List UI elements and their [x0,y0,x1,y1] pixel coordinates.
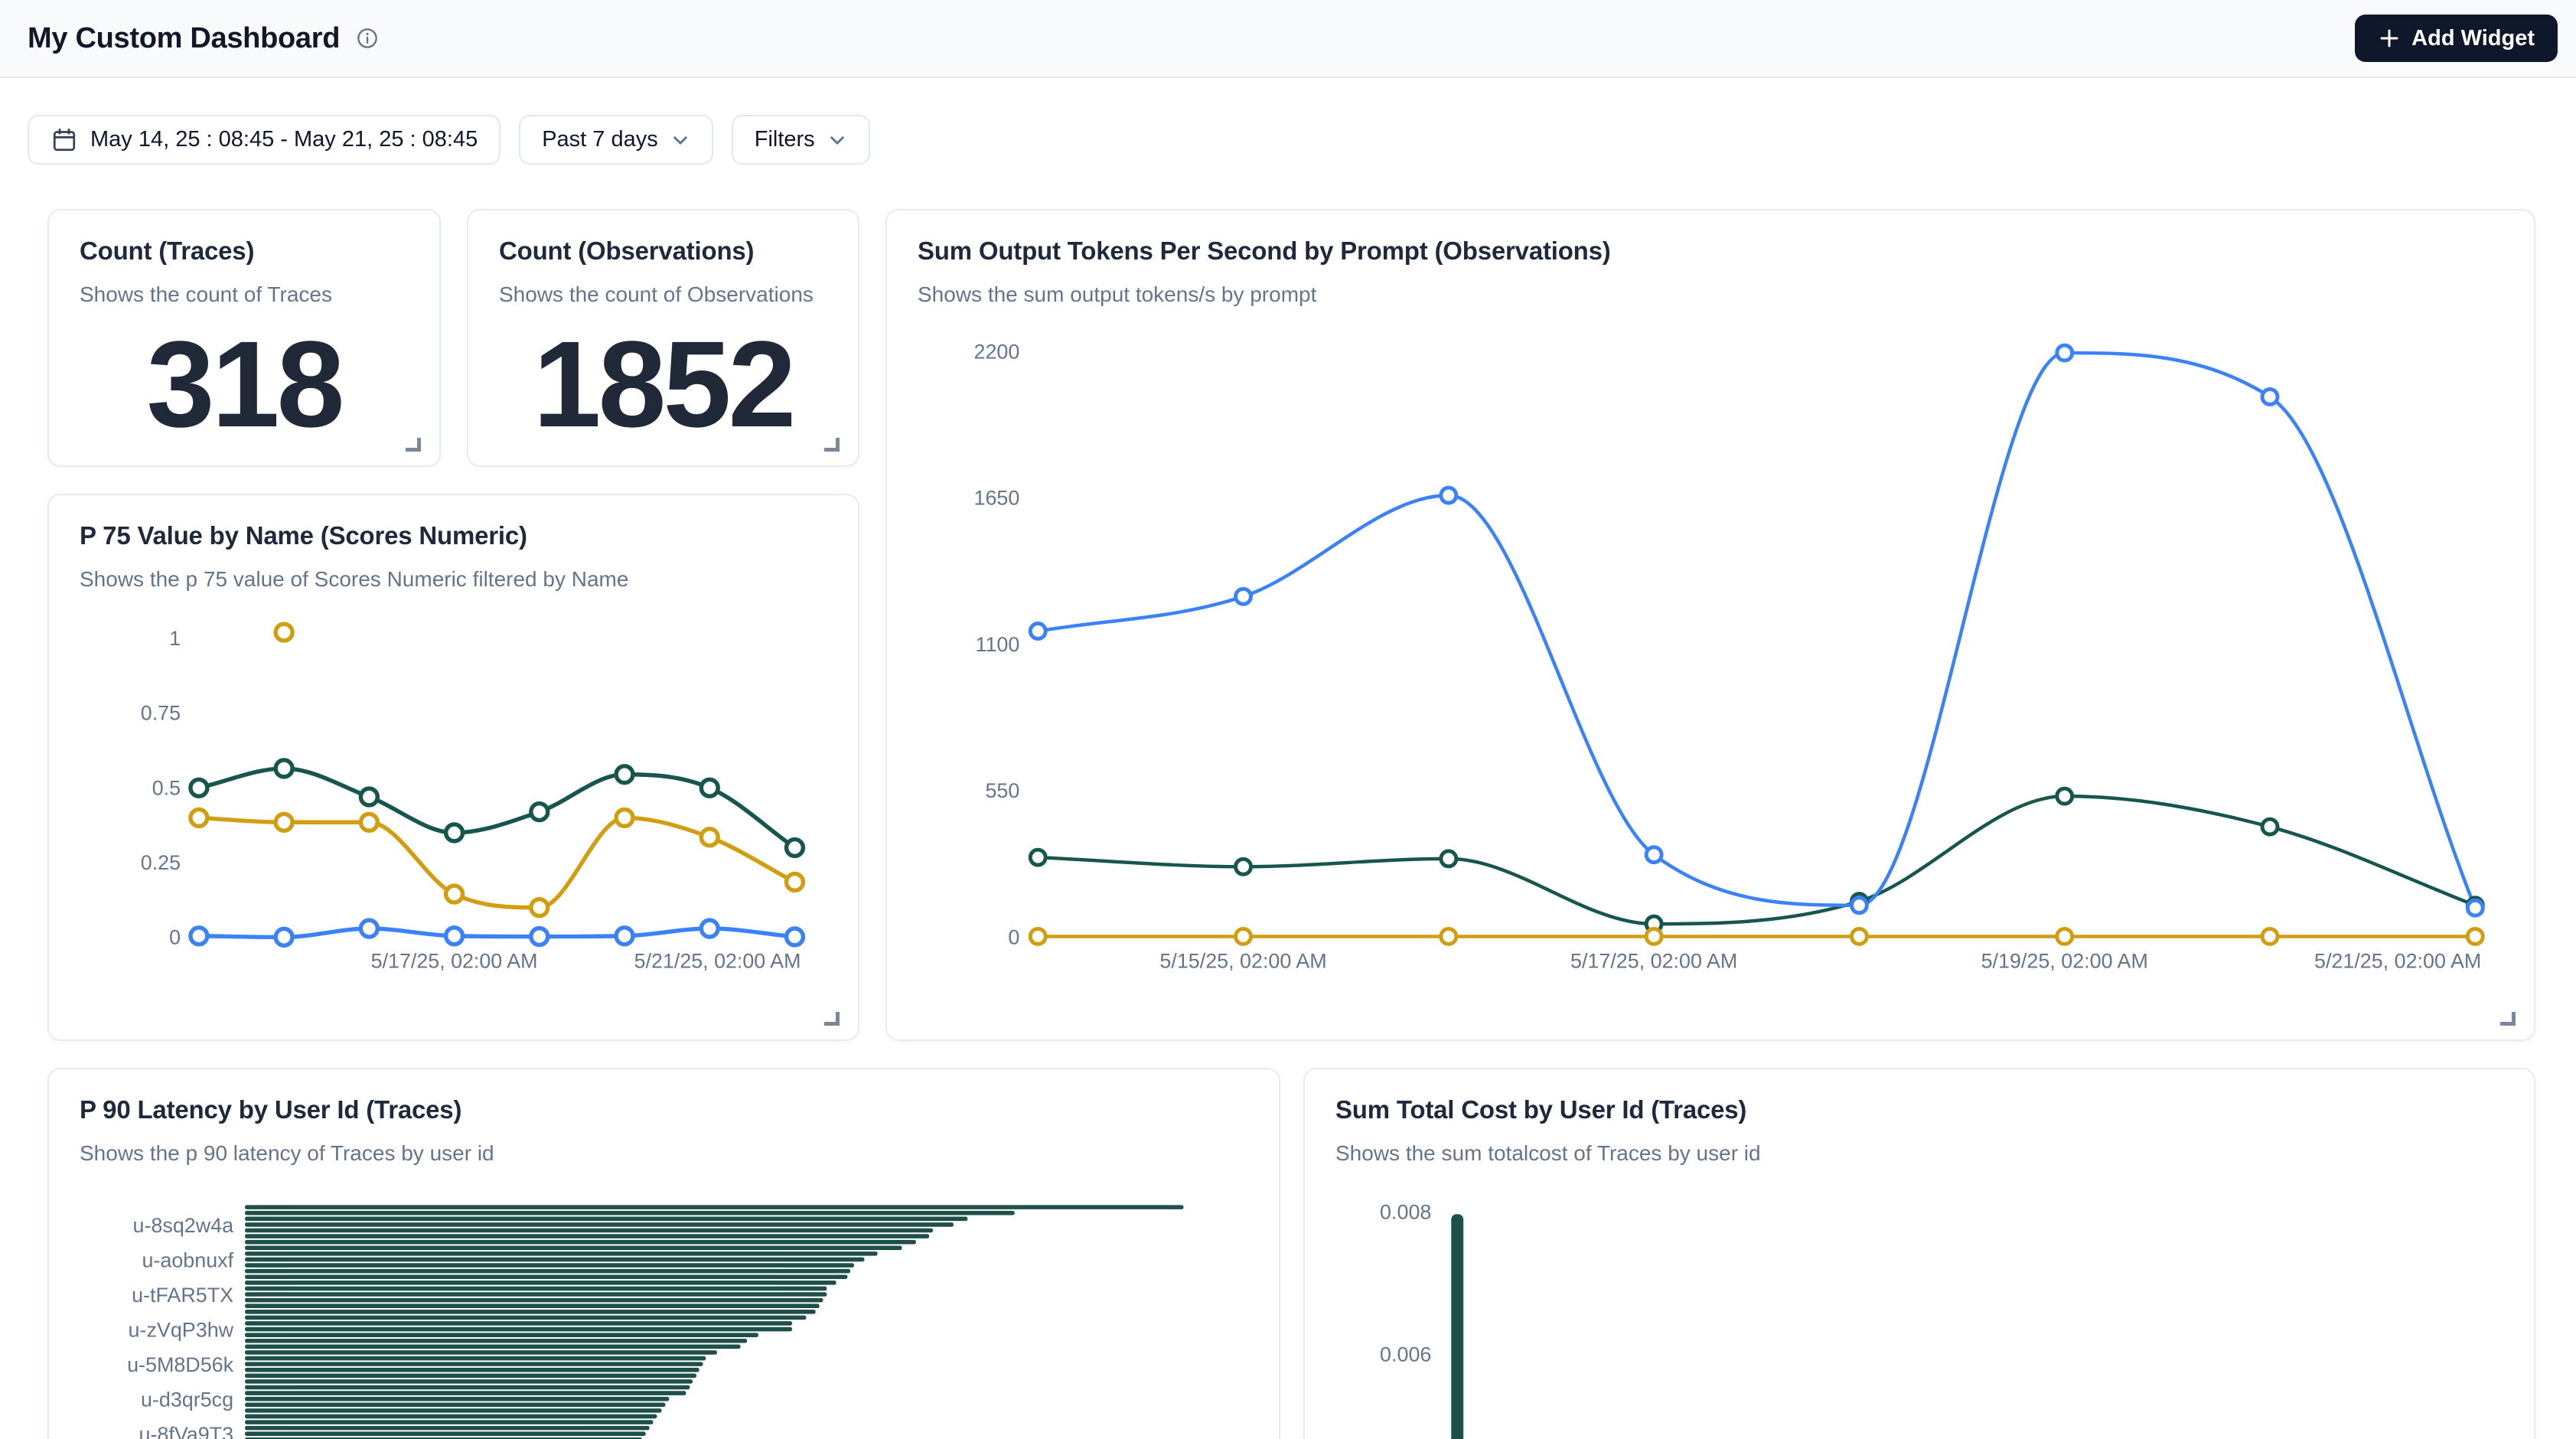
info-icon[interactable] [357,28,378,49]
svg-text:0: 0 [1008,925,1019,948]
svg-text:550: 550 [985,779,1019,802]
widget-total-cost: Sum Total Cost by User Id (Traces) Shows… [1303,1068,2535,1439]
add-widget-label: Add Widget [2411,26,2535,51]
page-title: My Custom Dashboard [28,22,340,55]
svg-text:u-5M8D56k: u-5M8D56k [127,1353,234,1376]
svg-text:1: 1 [169,627,181,650]
svg-text:2200: 2200 [974,340,1020,363]
widget-p90-latency: P 90 Latency by User Id (Traces) Shows t… [47,1068,1280,1439]
date-range-button[interactable]: May 14, 25 : 08:45 - May 21, 25 : 08:45 [28,115,501,165]
widget-tokens-per-prompt: Sum Output Tokens Per Second by Prompt (… [885,209,2535,1041]
cost-bar-chart: 0.008 0.006 [1305,1069,2534,1439]
add-widget-button[interactable]: Add Widget [2355,15,2558,62]
p90-bar-chart: u-8sq2w4a u-aobnuxf u-tFAR5TX u-zVqP3hw u-5M… [49,1069,1279,1439]
svg-text:5/15/25, 02:00 AM: 5/15/25, 02:00 AM [1159,949,1326,972]
date-preset-label: Past 7 days [542,127,658,152]
svg-text:0.5: 0.5 [152,776,181,799]
svg-text:u-zVqP3hw: u-zVqP3hw [129,1319,234,1342]
date-range-value: May 14, 25 : 08:45 - May 21, 25 : 08:45 [90,127,478,152]
svg-text:u-8fVa9T3: u-8fVa9T3 [139,1423,233,1439]
svg-text:5/19/25, 02:00 AM: 5/19/25, 02:00 AM [1981,949,2148,972]
filters-label: Filters [755,127,815,152]
svg-text:u-8sq2w4a: u-8sq2w4a [133,1214,234,1237]
topbar: My Custom Dashboard Add Widget [0,0,2576,78]
svg-text:u-tFAR5TX: u-tFAR5TX [132,1284,233,1307]
date-preset-button[interactable]: Past 7 days [519,115,713,165]
svg-text:u-d3qr5cg: u-d3qr5cg [141,1388,233,1411]
svg-text:0.008: 0.008 [1380,1200,1431,1223]
widget-count-observations: Count (Observations) Shows the count of … [467,209,859,467]
plus-icon [2378,27,2401,50]
svg-text:5/17/25, 02:00 AM: 5/17/25, 02:00 AM [1570,949,1737,972]
calendar-icon [51,126,78,154]
widget-p75-scores: P 75 Value by Name (Scores Numeric) Show… [47,494,859,1041]
dashboard-page: { "header": { "title": "My Custom Dashbo… [0,0,2576,1439]
widget-subtitle: Shows the count of Traces [80,282,409,307]
svg-text:1650: 1650 [974,487,1020,510]
svg-text:0: 0 [169,926,181,949]
widget-count-traces: Count (Traces) Shows the count of Traces… [47,209,441,467]
widget-title: Count (Traces) [80,237,409,266]
svg-text:0.006: 0.006 [1380,1343,1431,1366]
chevron-down-icon [670,130,690,150]
svg-text:5/21/25, 02:00 AM: 5/21/25, 02:00 AM [634,950,801,973]
count-observations-value: 1852 [533,323,794,445]
filters-button[interactable]: Filters [732,115,870,165]
toolbar: May 14, 25 : 08:45 - May 21, 25 : 08:45 … [28,115,870,165]
svg-text:5/17/25, 02:00 AM: 5/17/25, 02:00 AM [371,950,538,973]
p75-line-chart: 0 0.25 0.5 0.75 1 5/17/25, 02:00 AM 5/21/25, 0… [49,495,858,1039]
resize-handle-icon[interactable] [406,438,421,452]
resize-handle-icon[interactable] [824,1012,840,1026]
resize-handle-icon[interactable] [824,438,840,452]
svg-text:1100: 1100 [976,633,1020,656]
resize-handle-icon[interactable] [2500,1012,2516,1026]
svg-text:5/21/25, 02:00 AM: 5/21/25, 02:00 AM [2314,949,2481,972]
svg-text:0.25: 0.25 [141,851,181,874]
count-traces-value: 318 [147,323,342,445]
widget-title: Count (Observations) [499,237,827,266]
widget-subtitle: Shows the count of Observations [499,282,827,307]
chevron-down-icon [827,130,847,150]
svg-text:u-aobnuxf: u-aobnuxf [142,1248,233,1271]
tokens-line-chart: 0 550 1100 1650 2200 5/15/25, 02:00 AM 5/17/25… [887,210,2534,1039]
svg-text:0.75: 0.75 [141,702,181,725]
